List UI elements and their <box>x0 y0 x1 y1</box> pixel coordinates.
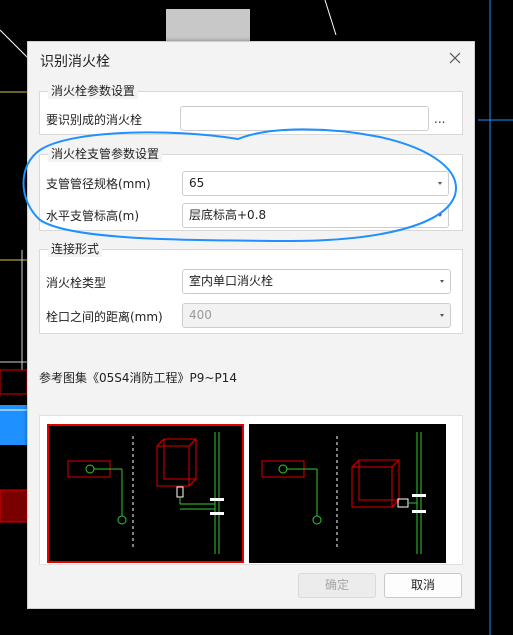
pipe-size-label: 支管管径规格(mm) <box>46 177 151 191</box>
dialog-title: 识别消火栓 <box>40 54 110 70</box>
horizontal-elevation-value: 层底标高+0.8 <box>189 208 267 222</box>
chevron-down-icon <box>438 182 442 185</box>
outlet-distance-label: 栓口之间的距离(mm) <box>46 310 163 324</box>
browse-button[interactable]: ... <box>434 112 445 126</box>
close-icon[interactable] <box>446 49 464 67</box>
recognize-hydrant-dialog: 识别消火栓 消火栓参数设置 要识别成的消火栓 ... 消火栓支管参数设置 支管管… <box>27 41 475 609</box>
thumbnail-floor-mounted[interactable] <box>249 424 446 563</box>
hydrant-params-group: 消火栓参数设置 要识别成的消火栓 ... <box>39 83 463 135</box>
connection-form-group-title: 连接形式 <box>48 241 103 257</box>
hydrant-type-value: 室内单口消火栓 <box>189 274 274 288</box>
horizontal-elevation-select[interactable]: 层底标高+0.8 <box>182 203 449 228</box>
hydrant-params-group-title: 消火栓参数设置 <box>48 83 139 99</box>
identified-hydrant-field[interactable] <box>180 106 429 131</box>
horizontal-elevation-label: 水平支管标高(m) <box>46 209 140 223</box>
chevron-down-icon <box>438 214 442 217</box>
identified-hydrant-label: 要识别成的消火栓 <box>46 113 143 127</box>
branch-pipe-params-group-title: 消火栓支管参数设置 <box>48 146 163 162</box>
ok-button: 确定 <box>298 573 376 598</box>
hydrant-type-label: 消火栓类型 <box>46 276 107 290</box>
cancel-button[interactable]: 取消 <box>384 573 462 598</box>
outlet-distance-select: 400 <box>182 303 451 328</box>
chevron-down-icon <box>440 280 444 283</box>
pipe-size-value: 65 <box>189 176 205 190</box>
outlet-distance-value: 400 <box>189 308 212 322</box>
thumbnail-wall-mounted[interactable] <box>47 424 244 563</box>
branch-pipe-params-group: 消火栓支管参数设置 支管管径规格(mm) 65 水平支管标高(m) 层底标高+0… <box>39 146 463 231</box>
pipe-size-select[interactable]: 65 <box>182 171 449 196</box>
reference-atlas-text: 参考图集《05S4消防工程》P9~P14 <box>39 371 237 385</box>
connection-form-group: 连接形式 消火栓类型 室内单口消火栓 栓口之间的距离(mm) 400 <box>39 241 463 334</box>
preview-panel <box>39 415 463 565</box>
chevron-down-icon <box>440 314 444 317</box>
hydrant-type-select[interactable]: 室内单口消火栓 <box>182 269 451 294</box>
